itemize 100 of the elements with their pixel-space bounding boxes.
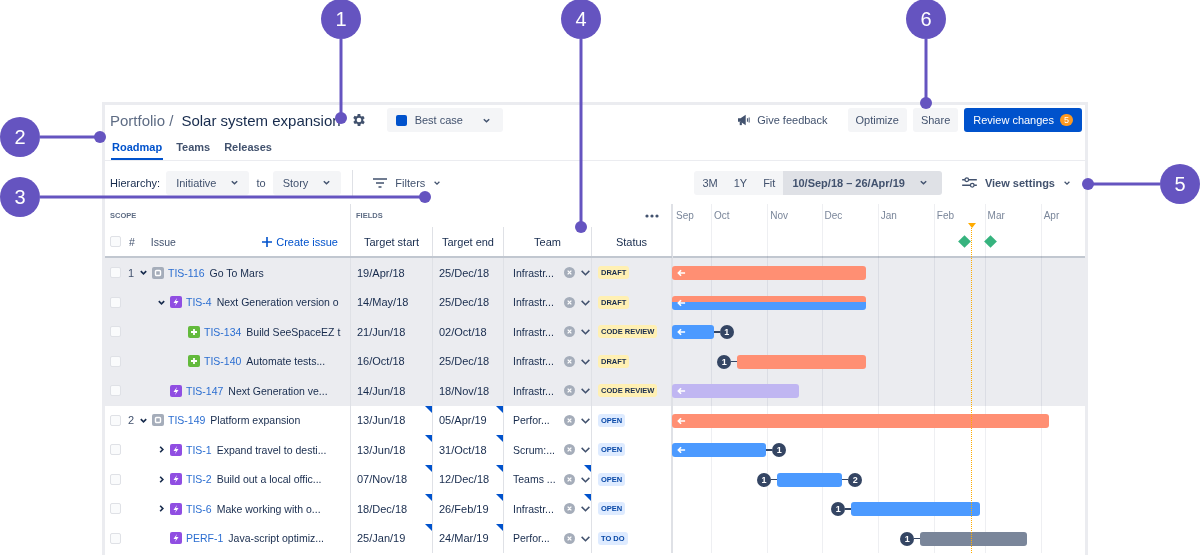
team-value[interactable]: Scrum:... (513, 443, 559, 456)
date-cell[interactable]: 05/Apr/19 (439, 414, 487, 427)
hierarchy-label: Hierarchy: (110, 176, 161, 189)
date-cell[interactable]: 25/Dec/18 (439, 355, 490, 368)
tab[interactable]: Teams (175, 135, 212, 160)
team-value[interactable]: Infrastr... (513, 296, 559, 309)
issue-key-link[interactable]: TIS-4 (186, 296, 212, 309)
month-label: Oct (714, 210, 730, 221)
checkbox[interactable] (110, 414, 121, 426)
checkbox[interactable] (110, 532, 121, 544)
timeline-bar[interactable] (672, 295, 866, 310)
scenario-dropdown[interactable]: Best case (386, 108, 503, 132)
breadcrumb-link[interactable]: Portfolio / (110, 111, 174, 129)
view-settings-button[interactable]: View settings (961, 176, 1071, 189)
filters-button[interactable]: Filters (373, 176, 442, 189)
clear-icon[interactable] (564, 267, 575, 279)
checkbox[interactable] (110, 385, 121, 397)
checkbox[interactable] (110, 296, 121, 308)
clear-icon[interactable] (564, 385, 575, 397)
team-value[interactable]: Infrastr... (513, 266, 559, 279)
date-cell[interactable]: 16/Oct/18 (357, 355, 405, 368)
date-cell[interactable]: 13/Jun/18 (357, 443, 406, 456)
clear-icon[interactable] (564, 326, 575, 338)
date-cell[interactable]: 02/Oct/18 (439, 325, 487, 338)
milestone-icon[interactable] (958, 235, 972, 248)
team-value[interactable]: Infrastr... (513, 325, 559, 338)
issue-key-link[interactable]: PERF-1 (186, 532, 224, 545)
issue-key-link[interactable]: TIS-1 (186, 443, 212, 456)
clear-icon[interactable] (564, 503, 575, 515)
tab[interactable]: Roadmap (111, 135, 164, 160)
date-cell[interactable]: 31/Oct/18 (439, 443, 487, 456)
timeline-bar[interactable] (672, 443, 767, 457)
arrow-left-icon (677, 298, 686, 307)
date-cell[interactable]: 18/Dec/18 (357, 502, 408, 515)
toolbar-button[interactable]: Optimize (847, 108, 907, 132)
clear-icon[interactable] (564, 414, 575, 426)
date-cell[interactable]: 18/Nov/18 (439, 384, 490, 397)
issue-key-link[interactable]: TIS-134 (204, 325, 242, 338)
team-value[interactable]: Infrastr... (513, 355, 559, 368)
timeline-bar[interactable] (672, 325, 714, 339)
date-cell[interactable]: 13/Jun/18 (357, 414, 406, 427)
issue-key-link[interactable]: TIS-149 (168, 414, 206, 427)
zoom-button[interactable]: 3M (694, 170, 726, 195)
toolbar-button[interactable]: Share (912, 108, 959, 132)
date-cell[interactable]: 25/Dec/18 (439, 266, 490, 279)
checkbox[interactable] (110, 473, 121, 485)
issue-summary: Next Generation ve... (228, 384, 328, 397)
issue-key-link[interactable]: TIS-147 (186, 384, 224, 397)
issue-key-link[interactable]: TIS-140 (204, 355, 242, 368)
chevron-right-icon[interactable] (157, 474, 166, 484)
team-value[interactable]: Perfor... (513, 532, 559, 545)
hierarchy-to-dropdown[interactable]: Story (272, 170, 342, 195)
chevron-down-icon[interactable] (139, 268, 148, 278)
create-issue-button[interactable]: Create issue (262, 235, 338, 248)
clear-icon[interactable] (564, 473, 575, 485)
more-icon[interactable] (645, 213, 659, 218)
hierarchy-from-dropdown[interactable]: Initiative (166, 170, 250, 195)
checkbox[interactable] (110, 326, 121, 338)
date-cell[interactable]: 24/Mar/19 (439, 532, 489, 545)
issue-key-link[interactable]: TIS-6 (186, 502, 212, 515)
clear-icon[interactable] (564, 296, 575, 308)
checkbox[interactable] (110, 236, 121, 247)
team-value[interactable]: Infrastr... (513, 384, 559, 397)
checkbox[interactable] (110, 267, 121, 279)
timeline-bar[interactable] (777, 472, 843, 487)
team-value[interactable]: Teams ... (513, 473, 559, 486)
date-cell[interactable]: 07/Nov/18 (357, 473, 408, 486)
checkbox[interactable] (110, 503, 121, 515)
milestone-icon[interactable] (983, 235, 997, 248)
clear-icon[interactable] (564, 444, 575, 456)
review-changes-button[interactable]: Review changes 5 (964, 108, 1082, 132)
zoom-button[interactable]: Fit (755, 170, 784, 195)
date-cell[interactable]: 26/Feb/19 (439, 502, 489, 515)
chevron-right-icon[interactable] (157, 445, 166, 455)
zoom-button[interactable]: 1Y (725, 170, 756, 195)
lightning-icon (170, 532, 182, 545)
date-cell[interactable]: 25/Jan/19 (357, 532, 406, 545)
date-cell[interactable]: 21/Jun/18 (357, 325, 406, 338)
initiative-icon (152, 414, 164, 427)
clear-icon[interactable] (564, 532, 575, 544)
date-range-dropdown[interactable]: 10/Sep/18 – 26/Apr/19 (783, 170, 942, 195)
tab[interactable]: Releases (223, 135, 273, 160)
date-cell[interactable]: 14/May/18 (357, 296, 409, 309)
month-label: Jan (880, 210, 897, 221)
team-value[interactable]: Perfor... (513, 414, 559, 427)
timeline-bar[interactable] (920, 531, 1027, 546)
timeline-bar[interactable] (737, 354, 866, 369)
date-cell[interactable]: 12/Dec/18 (439, 473, 490, 486)
checkbox[interactable] (110, 444, 121, 456)
date-cell[interactable]: 25/Dec/18 (439, 296, 490, 309)
feedback-button[interactable]: Give feedback (729, 108, 836, 132)
date-cell[interactable]: 14/Jun/18 (357, 384, 406, 397)
team-value[interactable]: Infrastr... (513, 502, 559, 515)
timeline-bar[interactable] (672, 413, 1049, 428)
date-cell[interactable]: 19/Apr/18 (357, 266, 405, 279)
checkbox[interactable] (110, 355, 121, 367)
issue-key-link[interactable]: TIS-116 (168, 266, 205, 279)
clear-icon[interactable] (564, 355, 575, 367)
issue-key-link[interactable]: TIS-2 (186, 473, 212, 486)
chevron-right-icon[interactable] (157, 504, 166, 514)
